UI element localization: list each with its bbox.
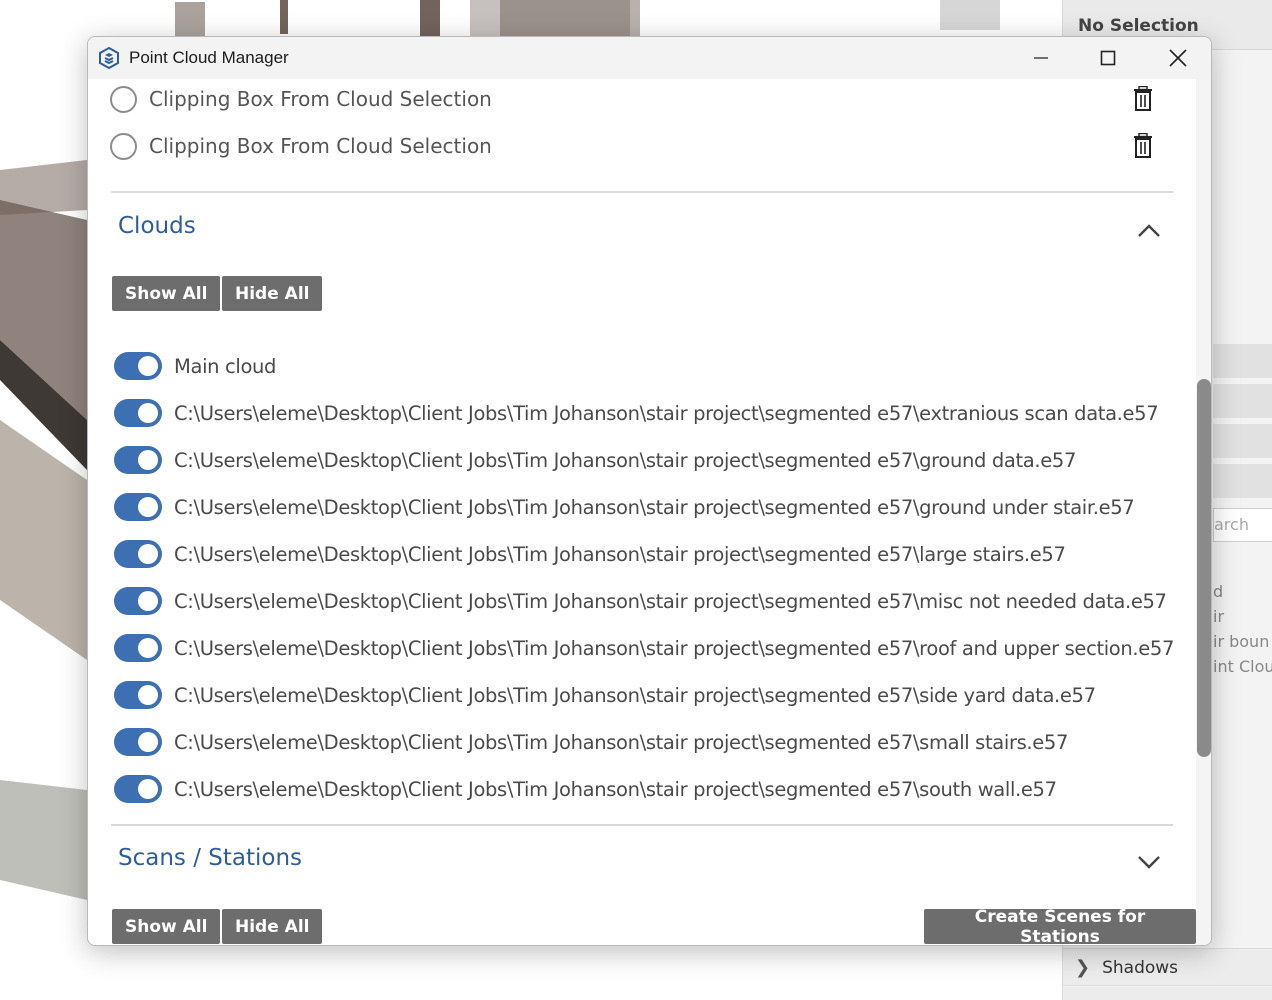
clipping-box-label: Clipping Box From Cloud Selection [149,134,492,158]
cloud-label: C:\Users\eleme\Desktop\Client Jobs\Tim J… [174,777,1057,801]
minimize-icon [1034,57,1048,59]
toggle-knob [138,403,158,423]
tray-row [1213,384,1272,418]
clouds-hide-all-button[interactable]: Hide All [222,276,323,311]
cloud-row[interactable]: C:\Users\eleme\Desktop\Client Jobs\Tim J… [114,725,1068,759]
tray-item[interactable] [1063,987,1272,1000]
tray-row [1213,344,1272,378]
clipping-box-radio[interactable] [110,85,137,113]
cloud-row[interactable]: C:\Users\eleme\Desktop\Client Jobs\Tim J… [114,772,1057,806]
cloud-label: C:\Users\eleme\Desktop\Client Jobs\Tim J… [174,636,1175,660]
toggle-knob [138,732,158,752]
clipping-box-row[interactable]: Clipping Box From Cloud Selection [110,126,1174,166]
maximize-icon [1100,50,1116,66]
cloud-visibility-toggle[interactable] [114,775,162,803]
cloud-visibility-toggle[interactable] [114,352,162,380]
chevron-right-icon: ❯ [1075,957,1091,978]
tray-row [1213,424,1272,458]
cloud-visibility-toggle[interactable] [114,681,162,709]
cloud-visibility-toggle[interactable] [114,540,162,568]
scans-hide-all-button[interactable]: Hide All [222,909,323,944]
minimize-button[interactable] [1007,37,1075,79]
close-icon [1169,49,1187,67]
cloud-label: C:\Users\eleme\Desktop\Client Jobs\Tim J… [174,495,1135,519]
tray-text: int Clou [1213,657,1272,676]
toggle-knob [138,779,158,799]
clouds-show-all-button[interactable]: Show All [112,276,221,311]
scans-section-title[interactable]: Scans / Stations [118,845,302,871]
tray-item-label: Shadows [1102,958,1179,978]
cloud-visibility-toggle[interactable] [114,446,162,474]
tray-text: d [1213,582,1224,601]
chevron-down-icon[interactable] [1136,853,1162,871]
cloud-row[interactable]: C:\Users\eleme\Desktop\Client Jobs\Tim J… [114,678,1096,712]
toggle-knob [138,356,158,376]
trash-icon[interactable] [1132,133,1154,159]
scans-show-all-button[interactable]: Show All [112,909,221,944]
sketchup-logo-icon [99,46,119,70]
toggle-knob [138,591,158,611]
toggle-knob [138,450,158,470]
clipping-box-label: Clipping Box From Cloud Selection [149,87,492,111]
cloud-label: C:\Users\eleme\Desktop\Client Jobs\Tim J… [174,401,1159,425]
point-cloud-manager-dialog: Point Cloud Manager Clipping Box From Cl… [87,36,1212,946]
cloud-visibility-toggle[interactable] [114,493,162,521]
create-scenes-button[interactable]: Create Scenes for Stations [924,907,1196,945]
clipping-box-row[interactable]: Clipping Box From Cloud Selection [110,79,1174,119]
cloud-label: C:\Users\eleme\Desktop\Client Jobs\Tim J… [174,542,1066,566]
toggle-knob [138,497,158,517]
chevron-up-icon[interactable] [1136,221,1162,239]
cloud-row[interactable]: Main cloud [114,349,276,383]
close-button[interactable] [1144,37,1211,79]
cloud-label: C:\Users\eleme\Desktop\Client Jobs\Tim J… [174,683,1096,707]
cloud-visibility-toggle[interactable] [114,634,162,662]
toggle-knob [138,544,158,564]
cloud-row[interactable]: C:\Users\eleme\Desktop\Client Jobs\Tim J… [114,490,1135,524]
scrollbar-thumb[interactable] [1197,379,1211,757]
cloud-label: Main cloud [174,354,277,378]
cloud-visibility-toggle[interactable] [114,587,162,615]
maximize-button[interactable] [1074,37,1142,79]
tray-item-shadows[interactable]: ❯ Shadows [1063,948,1272,986]
cloud-label: C:\Users\eleme\Desktop\Client Jobs\Tim J… [174,730,1069,754]
cloud-visibility-toggle[interactable] [114,399,162,427]
cloud-label: C:\Users\eleme\Desktop\Client Jobs\Tim J… [174,589,1167,613]
toggle-knob [138,638,158,658]
toggle-knob [138,685,158,705]
cloud-visibility-toggle[interactable] [114,728,162,756]
trash-icon[interactable] [1132,86,1154,112]
cloud-row[interactable]: C:\Users\eleme\Desktop\Client Jobs\Tim J… [114,396,1159,430]
clouds-section-title[interactable]: Clouds [118,213,196,239]
tray-search-input[interactable]: arch [1213,508,1272,542]
cloud-label: C:\Users\eleme\Desktop\Client Jobs\Tim J… [174,448,1077,472]
cloud-row[interactable]: C:\Users\eleme\Desktop\Client Jobs\Tim J… [114,631,1174,665]
section-divider [111,191,1173,193]
tray-row [1213,464,1272,498]
dialog-title: Point Cloud Manager [129,48,289,67]
clipping-box-radio[interactable] [110,132,137,160]
dialog-content[interactable]: Clipping Box From Cloud Selection Clippi… [88,79,1196,945]
cloud-row[interactable]: C:\Users\eleme\Desktop\Client Jobs\Tim J… [114,584,1167,618]
cloud-row[interactable]: C:\Users\eleme\Desktop\Client Jobs\Tim J… [114,443,1076,477]
cloud-row[interactable]: C:\Users\eleme\Desktop\Client Jobs\Tim J… [114,537,1066,571]
section-divider [111,824,1173,826]
title-bar[interactable]: Point Cloud Manager [88,37,1211,79]
tray-text: ir [1213,607,1225,626]
tray-text: ir boun [1213,632,1270,651]
